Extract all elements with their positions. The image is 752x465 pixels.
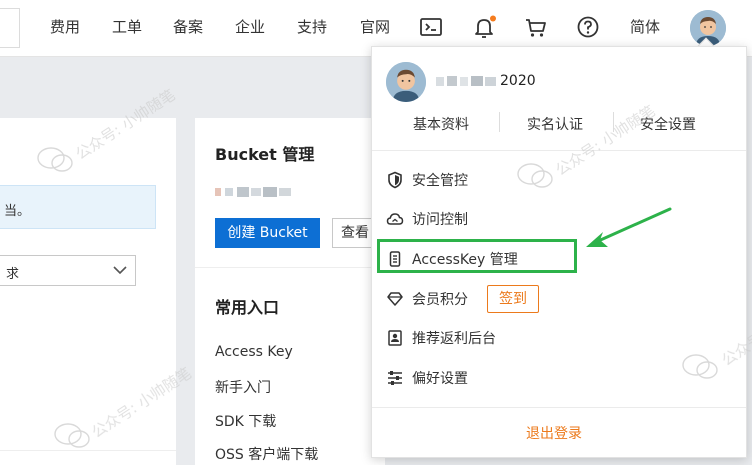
- info-notice-text: 当。: [4, 204, 31, 219]
- menu-item-label: 安全管控: [412, 173, 468, 189]
- nav-support[interactable]: 支持: [297, 16, 327, 37]
- cart-icon[interactable]: [523, 14, 549, 40]
- region-select[interactable]: 求: [0, 255, 136, 286]
- menu-item-label: 会员积分: [412, 292, 468, 308]
- common-entry-title: 常用入口: [215, 298, 280, 317]
- nav-enterprise[interactable]: 企业: [235, 16, 265, 37]
- sliders-icon: [388, 371, 402, 385]
- username-text: 2020: [500, 73, 536, 89]
- region-select-value: 求: [6, 267, 20, 282]
- divider: [372, 150, 746, 151]
- bucket-management-title: Bucket 管理: [215, 145, 315, 164]
- nav-official-site[interactable]: 官网: [360, 16, 390, 37]
- tab-separator: [499, 112, 500, 132]
- divider: [0, 450, 176, 451]
- link-getting-started[interactable]: 新手入门: [215, 377, 271, 397]
- shield-icon: [388, 171, 402, 189]
- tab-basic-profile[interactable]: 基本资料: [413, 114, 469, 134]
- search-input[interactable]: [0, 8, 20, 48]
- menu-item-label: 访问控制: [412, 212, 468, 228]
- notification-dot: [490, 15, 496, 22]
- logout-button[interactable]: 退出登录: [372, 408, 746, 456]
- tab-separator: [613, 112, 614, 132]
- logout-label: 退出登录: [526, 426, 582, 442]
- id-card-icon: [388, 330, 402, 346]
- cloud-icon: [386, 213, 404, 225]
- avatar-image: [386, 62, 426, 102]
- divider: [195, 267, 385, 268]
- terminal-icon[interactable]: [418, 14, 444, 40]
- menu-item-label: 推荐返利后台: [412, 331, 496, 347]
- create-bucket-button[interactable]: 创建 Bucket: [215, 218, 320, 248]
- link-oss-client-download[interactable]: OSS 客户端下载: [215, 444, 318, 464]
- help-icon[interactable]: [575, 14, 601, 40]
- sign-in-button[interactable]: 签到: [487, 285, 539, 313]
- diamond-icon: [387, 292, 403, 306]
- link-access-key[interactable]: Access Key: [215, 344, 293, 360]
- tab-real-name-verification[interactable]: 实名认证: [527, 114, 583, 134]
- profile-avatar: [386, 62, 426, 102]
- language-switch[interactable]: 简体: [630, 16, 660, 37]
- nav-billing[interactable]: 费用: [50, 16, 80, 37]
- bell-icon[interactable]: [471, 14, 497, 40]
- blurred-username: [436, 76, 496, 86]
- link-sdk-download[interactable]: SDK 下载: [215, 411, 276, 431]
- nav-ticket[interactable]: 工单: [112, 16, 142, 37]
- left-panel: [0, 118, 176, 465]
- menu-item-label: 偏好设置: [412, 371, 468, 387]
- info-notice: 当。: [0, 185, 156, 229]
- nav-icp-filing[interactable]: 备案: [173, 16, 203, 37]
- annotation-highlight-box: [377, 239, 577, 273]
- tab-security-settings[interactable]: 安全设置: [640, 114, 696, 134]
- chevron-down-icon: [113, 266, 127, 275]
- blurred-bucket-name: [215, 187, 291, 197]
